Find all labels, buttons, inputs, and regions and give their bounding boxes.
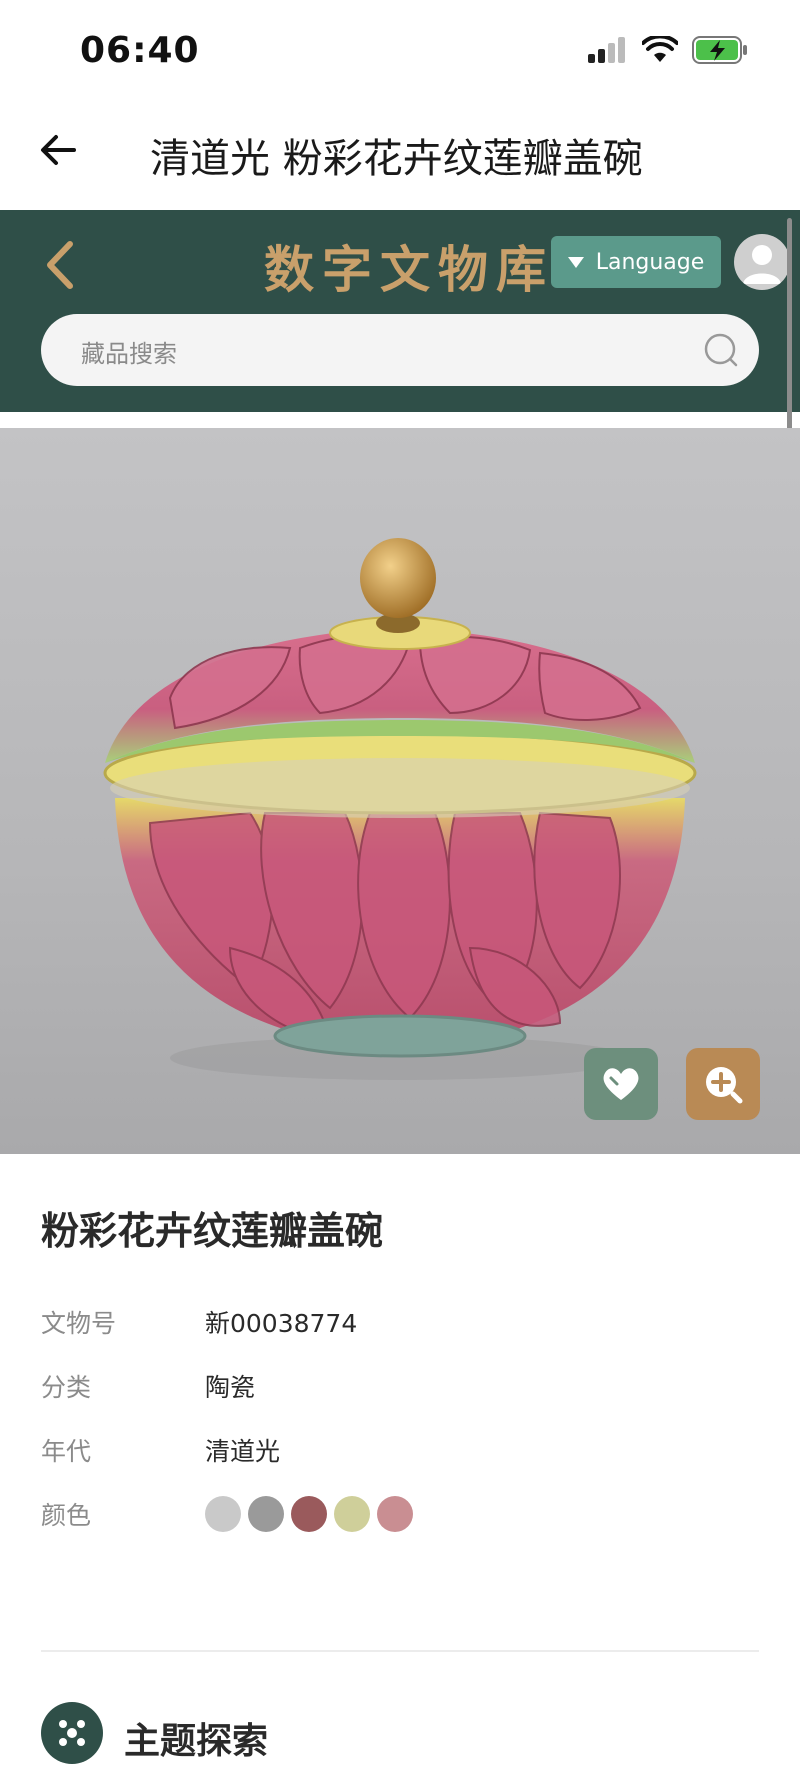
- language-label: Language: [595, 249, 705, 275]
- app-header: 清道光 粉彩花卉纹莲瓣盖碗: [0, 100, 800, 210]
- color-swatch[interactable]: [334, 1496, 370, 1532]
- site-header: 数字文物库 Language 藏品搜索: [0, 210, 800, 412]
- zoom-in-icon: [706, 1067, 743, 1104]
- info-label: 颜色: [41, 1501, 92, 1530]
- info-value: 陶瓷: [205, 1373, 256, 1402]
- search-input[interactable]: 藏品搜索: [41, 314, 759, 386]
- info-row-color: 颜色: [41, 1482, 761, 1546]
- back-arrow-icon[interactable]: [38, 130, 78, 170]
- lotus-bowl-illustration: [103, 538, 697, 1080]
- color-swatches: [205, 1496, 413, 1532]
- color-swatch[interactable]: [377, 1496, 413, 1532]
- artifact-image[interactable]: [0, 428, 800, 1154]
- section-title-theme[interactable]: 主题探索: [124, 1712, 268, 1764]
- info-row-category: 分类 陶瓷: [41, 1354, 761, 1418]
- status-bar: 06:40: [0, 0, 800, 100]
- search-icon[interactable]: [703, 332, 739, 368]
- status-time: 06:40: [80, 30, 200, 71]
- page-title: 清道光 粉彩花卉纹莲瓣盖碗: [150, 136, 643, 182]
- language-button[interactable]: Language: [551, 236, 721, 288]
- heart-icon: [603, 1068, 639, 1100]
- info-label: 分类: [41, 1373, 92, 1402]
- cellular-signal-icon: [588, 37, 625, 63]
- user-avatar-icon[interactable]: [734, 234, 790, 290]
- info-value: 新00038774: [205, 1309, 358, 1338]
- zoom-button[interactable]: [686, 1048, 760, 1120]
- status-icons: [588, 36, 748, 64]
- info-label: 年代: [41, 1437, 92, 1466]
- info-label: 文物号: [41, 1309, 117, 1338]
- color-swatch[interactable]: [205, 1496, 241, 1532]
- info-row-era: 年代 清道光: [41, 1418, 761, 1482]
- item-title: 粉彩花卉纹莲瓣盖碗: [41, 1209, 384, 1253]
- search-placeholder: 藏品搜索: [81, 340, 177, 368]
- chevron-left-icon[interactable]: [40, 238, 80, 292]
- wifi-icon: [642, 36, 678, 62]
- site-title: 数字文物库: [264, 240, 554, 299]
- item-info: 文物号 新00038774 分类 陶瓷 年代 清道光 颜色: [41, 1290, 761, 1546]
- favorite-button[interactable]: [584, 1048, 658, 1120]
- color-swatch[interactable]: [248, 1496, 284, 1532]
- info-row-number: 文物号 新00038774: [41, 1290, 761, 1354]
- divider: [41, 1650, 759, 1652]
- color-swatch[interactable]: [291, 1496, 327, 1532]
- dropdown-triangle-icon: [567, 256, 584, 268]
- theme-explore-icon: [41, 1702, 103, 1764]
- battery-charging-icon: [692, 36, 747, 64]
- info-value: 清道光: [205, 1437, 281, 1466]
